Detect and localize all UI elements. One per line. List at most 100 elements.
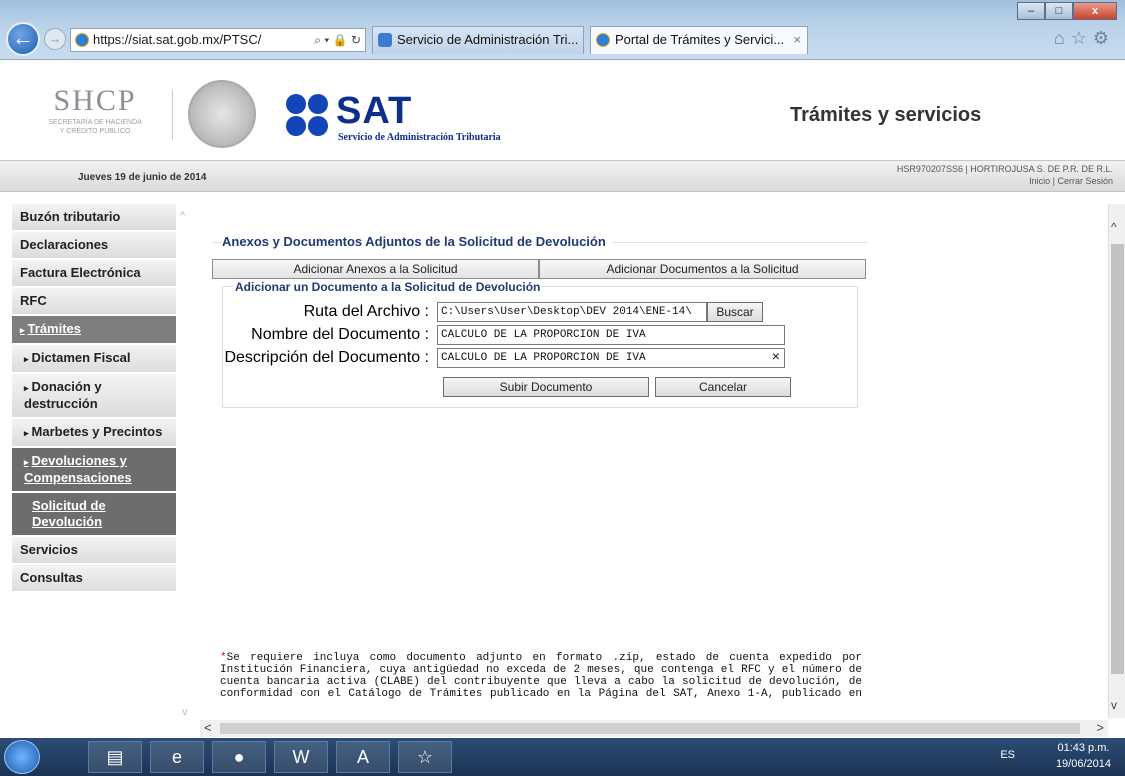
scroll-thumb[interactable] xyxy=(220,723,1080,734)
panel-title: Anexos y Documentos Adjuntos de la Solic… xyxy=(222,234,612,249)
tab-portal-tramites[interactable]: Portal de Trámites y Servici... × xyxy=(590,26,808,54)
ie-favicon-icon xyxy=(75,33,89,47)
scroll-right-icon[interactable]: > xyxy=(1096,720,1104,735)
sidebar-item-factura[interactable]: Factura Electrónica xyxy=(12,260,176,288)
sidebar-item-marbetes[interactable]: ▸ Marbetes y Precintos xyxy=(12,419,176,448)
language-indicator[interactable]: ES xyxy=(1000,749,1015,761)
descripcion-label: Descripción del Documento : xyxy=(224,349,429,366)
vertical-scrollbar[interactable]: ^ v xyxy=(1108,204,1125,718)
home-favorites-tools-icons[interactable]: ⌂☆⚙ xyxy=(1054,28,1115,49)
user-info: HSR970207SS6 | HORTIROJUSA S. DE P.R. DE… xyxy=(896,164,1113,174)
descripcion-value: CALCULO DE LA PROPORCION DE IVA xyxy=(441,352,646,364)
forward-button[interactable]: → xyxy=(44,28,66,50)
taskbar: ▤ e ● W A ☆ ES 01:43 p.m. 19/06/2014 xyxy=(0,738,1125,776)
document-form: Adicionar un Documento a la Solicitud de… xyxy=(222,280,858,408)
nombre-label: Nombre del Documento : xyxy=(251,326,429,343)
sat-logo-text: SAT xyxy=(336,90,413,132)
sidebar-scroll-up-icon[interactable]: ^ xyxy=(180,210,185,222)
clock-date: 19/06/2014 xyxy=(1055,758,1111,770)
tab-servicio-administracion[interactable]: Servicio de Administración Tri... xyxy=(372,26,584,54)
maximize-button[interactable]: □ xyxy=(1045,2,1073,20)
session-links[interactable]: Inicio | Cerrar Sesión xyxy=(1029,176,1113,186)
shcp-subtitle-2: Y CRÉDITO PÚBLICO xyxy=(59,128,131,135)
tab-title: Servicio de Administración Tri... xyxy=(397,32,579,47)
address-bar[interactable]: https://siat.sat.gob.mx/PTSC/ ⌕ ▾ 🔒 ↻ xyxy=(70,28,366,52)
sidebar-item-label: Marbetes y Precintos xyxy=(31,424,163,439)
arrow-right-icon: ▸ xyxy=(20,325,25,335)
shcp-logo-text: SHCP xyxy=(53,84,137,117)
sat-dots-icon xyxy=(286,94,330,138)
clock-time: 01:43 p.m. xyxy=(1057,742,1110,754)
site-header: SHCP SECRETARÍA DE HACIENDA Y CRÉDITO PÚ… xyxy=(0,60,1125,160)
sidebar-menu: Buzón tributario Declaraciones Factura E… xyxy=(12,204,176,593)
tab-close-icon[interactable]: × xyxy=(793,27,801,53)
system-clock[interactable]: 01:43 p.m. 19/06/2014 xyxy=(1056,740,1111,772)
clear-icon[interactable]: × xyxy=(772,349,780,367)
sat-subtitle: Servicio de Administración Tributaria xyxy=(338,132,501,143)
scroll-thumb[interactable] xyxy=(1111,244,1124,674)
back-button[interactable]: ← xyxy=(6,22,40,56)
mexico-seal-icon xyxy=(188,80,256,148)
note-asterisk: * xyxy=(220,652,227,664)
sidebar-item-label: Dictamen Fiscal xyxy=(31,350,131,365)
scroll-down-icon[interactable]: v xyxy=(1111,698,1117,712)
nombre-input[interactable]: CALCULO DE LA PROPORCION DE IVA xyxy=(437,325,785,345)
info-bar: Jueves 19 de junio de 2014 HSR970207SS6 … xyxy=(0,160,1125,192)
close-button[interactable]: x xyxy=(1073,2,1117,20)
ruta-input[interactable]: C:\Users\User\Desktop\DEV 2014\ENE-14\ xyxy=(437,302,707,322)
ie-favicon-icon xyxy=(596,33,610,47)
sidebar-item-consultas[interactable]: Consultas xyxy=(12,565,176,593)
horizontal-scrollbar[interactable]: < > xyxy=(200,720,1108,737)
sidebar-item-rfc[interactable]: RFC xyxy=(12,288,176,316)
start-button-icon[interactable] xyxy=(4,740,40,774)
subir-documento-button[interactable]: Subir Documento xyxy=(443,377,649,397)
address-tools-icons[interactable]: ⌕ ▾ 🔒 ↻ xyxy=(314,29,361,51)
sidebar-scroll-down-icon[interactable]: v xyxy=(182,706,188,718)
arrow-right-icon: ▸ xyxy=(24,428,29,438)
sidebar-item-devoluciones[interactable]: ▸ Devoluciones y Compensaciones xyxy=(12,448,176,493)
chrome-icon[interactable]: ● xyxy=(212,741,266,773)
file-explorer-icon[interactable]: ▤ xyxy=(88,741,142,773)
sidebar-item-declaraciones[interactable]: Declaraciones xyxy=(12,232,176,260)
sidebar-item-donacion[interactable]: ▸ Donación y destrucción xyxy=(12,374,176,419)
shcp-logo: SHCP SECRETARÍA DE HACIENDA Y CRÉDITO PÚ… xyxy=(30,84,160,136)
requirements-note: *Se requiere incluya como documento adju… xyxy=(220,652,862,700)
shcp-subtitle-1: SECRETARÍA DE HACIENDA xyxy=(48,119,142,126)
address-text: https://siat.sat.gob.mx/PTSC/ xyxy=(93,32,262,47)
sidebar-item-label: Devoluciones y Compensaciones xyxy=(24,453,132,485)
page-section-title: Trámites y servicios xyxy=(790,104,982,126)
sidebar-item-solicitud[interactable]: Solicitud de Devolución xyxy=(12,493,176,537)
form-legend: Adicionar un Documento a la Solicitud de… xyxy=(233,280,543,294)
tab-adicionar-documentos[interactable]: Adicionar Documentos a la Solicitud xyxy=(539,259,866,279)
internet-explorer-icon[interactable]: e xyxy=(150,741,204,773)
sidebar-item-servicios[interactable]: Servicios xyxy=(12,537,176,565)
scroll-up-icon[interactable]: ^ xyxy=(1111,220,1117,234)
sidebar-item-label: Donación y destrucción xyxy=(24,379,102,411)
arrow-right-icon: ▸ xyxy=(24,354,29,364)
acrobat-icon[interactable]: A xyxy=(336,741,390,773)
sidebar-item-buzon[interactable]: Buzón tributario xyxy=(12,204,176,232)
app-star-icon[interactable]: ☆ xyxy=(398,741,452,773)
ruta-label: Ruta del Archivo : xyxy=(303,303,429,320)
arrow-right-icon: ▸ xyxy=(24,383,29,393)
tab-adicionar-anexos[interactable]: Adicionar Anexos a la Solicitud xyxy=(212,259,539,279)
tab-title: Portal de Trámites y Servici... xyxy=(615,32,785,47)
attachment-tabs: Adicionar Anexos a la Solicitud Adiciona… xyxy=(212,259,866,279)
scroll-left-icon[interactable]: < xyxy=(204,720,212,735)
word-icon[interactable]: W xyxy=(274,741,328,773)
buscar-button[interactable]: Buscar xyxy=(707,302,763,322)
main-panel: Anexos y Documentos Adjuntos de la Solic… xyxy=(212,228,868,700)
browser-chrome: – □ x ← → https://siat.sat.gob.mx/PTSC/ … xyxy=(0,0,1125,60)
current-date: Jueves 19 de junio de 2014 xyxy=(78,172,207,183)
sidebar-item-label: Trámites xyxy=(27,321,82,336)
sat-favicon-icon xyxy=(378,33,392,47)
sidebar-item-dictamen[interactable]: ▸ Dictamen Fiscal xyxy=(12,345,176,374)
sidebar-item-tramites[interactable]: ▸ Trámites xyxy=(12,316,176,345)
window-controls: – □ x xyxy=(1017,2,1117,20)
logo-divider xyxy=(172,90,173,140)
descripcion-input[interactable]: CALCULO DE LA PROPORCION DE IVA × xyxy=(437,348,785,368)
note-text: Se requiere incluya como documento adjun… xyxy=(220,652,862,700)
cancelar-button[interactable]: Cancelar xyxy=(655,377,791,397)
arrow-right-icon: ▸ xyxy=(24,457,29,467)
minimize-button[interactable]: – xyxy=(1017,2,1045,20)
